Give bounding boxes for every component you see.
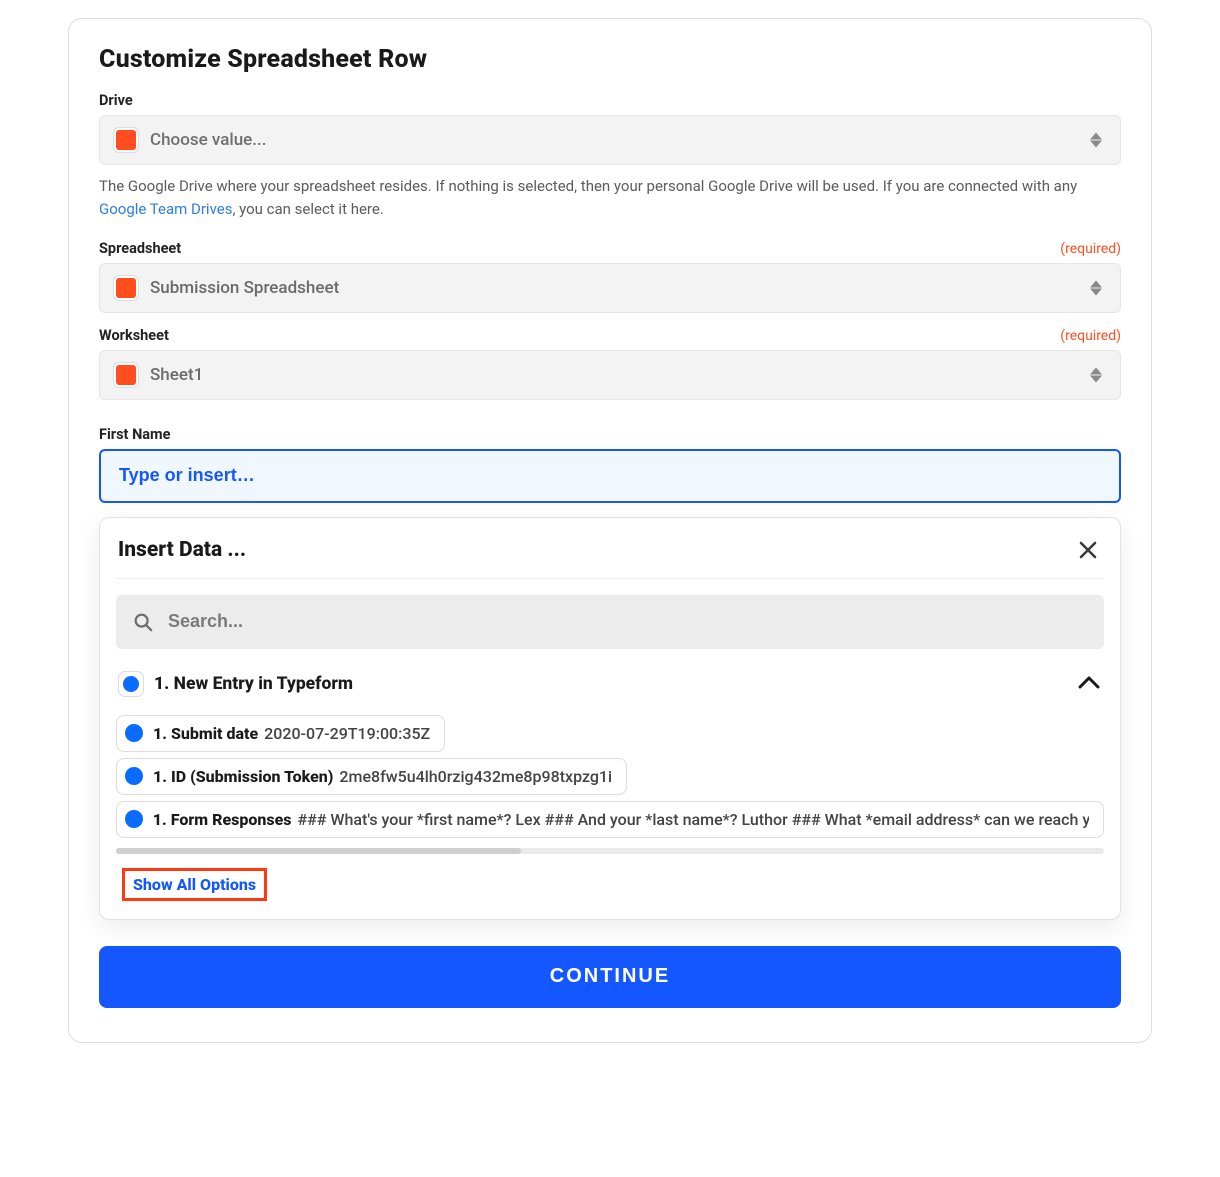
typeform-app-icon: [125, 810, 143, 828]
worksheet-select[interactable]: Sheet1: [99, 350, 1121, 400]
sheets-app-icon: [114, 128, 138, 152]
search-icon: [132, 611, 154, 633]
insert-data-search[interactable]: [116, 595, 1104, 649]
spreadsheet-label: Spreadsheet: [99, 240, 181, 257]
drive-select-value: Choose value...: [150, 130, 266, 150]
insert-data-item-value: ### What's your *first name*? Lex ### An…: [297, 810, 1089, 829]
insert-data-search-input[interactable]: [166, 610, 1088, 633]
customize-row-panel: Customize Spreadsheet Row Drive Choose v…: [68, 18, 1152, 1043]
chevron-up-icon: [1078, 674, 1100, 693]
worksheet-label: Worksheet: [99, 327, 169, 344]
insert-data-item-label: 1. ID (Submission Token): [153, 767, 333, 786]
insert-data-popover: Insert Data ... 1. New Entry in Typeform: [99, 517, 1121, 920]
typeform-app-icon: [118, 671, 144, 697]
scrollbar-thumb[interactable]: [116, 848, 521, 854]
first-name-label: First Name: [99, 426, 170, 443]
insert-data-item[interactable]: 1. Form Responses ### What's your *first…: [116, 801, 1104, 838]
worksheet-select-value: Sheet1: [150, 365, 203, 385]
insert-data-group-title: 1. New Entry in Typeform: [154, 674, 353, 694]
insert-data-item-value: 2me8fw5u4lh0rzig432me8p98txpzg1i: [339, 767, 612, 786]
drive-select[interactable]: Choose value...: [99, 115, 1121, 165]
typeform-app-icon: [125, 767, 143, 785]
show-all-options-button[interactable]: Show All Options: [122, 868, 267, 901]
insert-data-item[interactable]: 1. Submit date 2020-07-29T19:00:35Z: [116, 715, 445, 752]
continue-button[interactable]: CONTINUE: [99, 946, 1121, 1008]
insert-data-item-label: 1. Submit date: [153, 724, 258, 743]
first-name-input[interactable]: [99, 449, 1121, 503]
drive-label: Drive: [99, 92, 133, 109]
spreadsheet-field: Spreadsheet (required) Submission Spread…: [99, 240, 1121, 313]
horizontal-scrollbar[interactable]: [116, 848, 1104, 854]
insert-data-item-label: 1. Form Responses: [153, 810, 292, 829]
insert-data-group-header[interactable]: 1. New Entry in Typeform: [116, 663, 1104, 709]
insert-data-item-value: 2020-07-29T19:00:35Z: [264, 724, 430, 743]
sheets-app-icon: [114, 363, 138, 387]
close-icon[interactable]: [1074, 536, 1102, 564]
page-title: Customize Spreadsheet Row: [99, 45, 1121, 74]
sheets-app-icon: [114, 276, 138, 300]
drive-field: Drive Choose value... The Google Drive w…: [99, 92, 1121, 222]
typeform-app-icon: [125, 724, 143, 742]
spreadsheet-select-value: Submission Spreadsheet: [150, 278, 339, 298]
select-sort-icon: [1090, 367, 1102, 382]
worksheet-required: (required): [1060, 328, 1121, 344]
select-sort-icon: [1090, 280, 1102, 295]
drive-help-text: The Google Drive where your spreadsheet …: [99, 175, 1121, 222]
select-sort-icon: [1090, 133, 1102, 148]
spreadsheet-required: (required): [1060, 241, 1121, 257]
first-name-field: First Name: [99, 426, 1121, 503]
spreadsheet-select[interactable]: Submission Spreadsheet: [99, 263, 1121, 313]
insert-data-item[interactable]: 1. ID (Submission Token) 2me8fw5u4lh0rzi…: [116, 758, 627, 795]
worksheet-field: Worksheet (required) Sheet1: [99, 327, 1121, 400]
team-drives-link[interactable]: Google Team Drives: [99, 200, 232, 218]
insert-data-title: Insert Data ...: [118, 538, 246, 562]
